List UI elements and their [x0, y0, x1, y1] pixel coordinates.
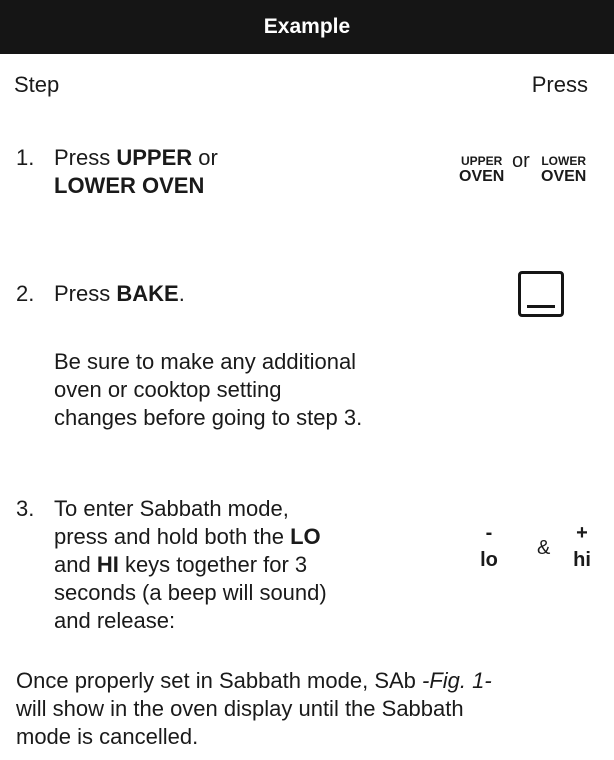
upper-oven-key: UPPER OVEN [459, 154, 505, 186]
step-text: Press BAKE. [54, 281, 185, 306]
column-step: Step [14, 72, 60, 97]
bake-key-icon [518, 271, 564, 317]
minus-sign: - [485, 522, 493, 544]
lo-label: lo [480, 549, 498, 571]
footer-text: Once properly set in Sabbath mode, SAb -… [16, 668, 492, 749]
plus-sign: + [576, 522, 588, 544]
step-number: 3. [16, 496, 35, 521]
hi-key: + hi [569, 523, 595, 573]
column-press: Press [531, 72, 588, 97]
step-number: 1. [16, 145, 35, 170]
lower-oven-key: LOWER OVEN [541, 154, 587, 186]
step-number: 2. [16, 281, 35, 306]
lo-key: - lo [477, 523, 501, 573]
hi-label: hi [573, 549, 591, 571]
example-header: Example [0, 0, 614, 54]
step-text: To enter Sabbath mode, press and hold bo… [54, 496, 327, 633]
or-label: or [512, 150, 530, 172]
step-text: Press UPPER or LOWER OVEN [54, 145, 218, 198]
header-title: Example [263, 15, 351, 38]
ampersand: & [537, 537, 551, 559]
